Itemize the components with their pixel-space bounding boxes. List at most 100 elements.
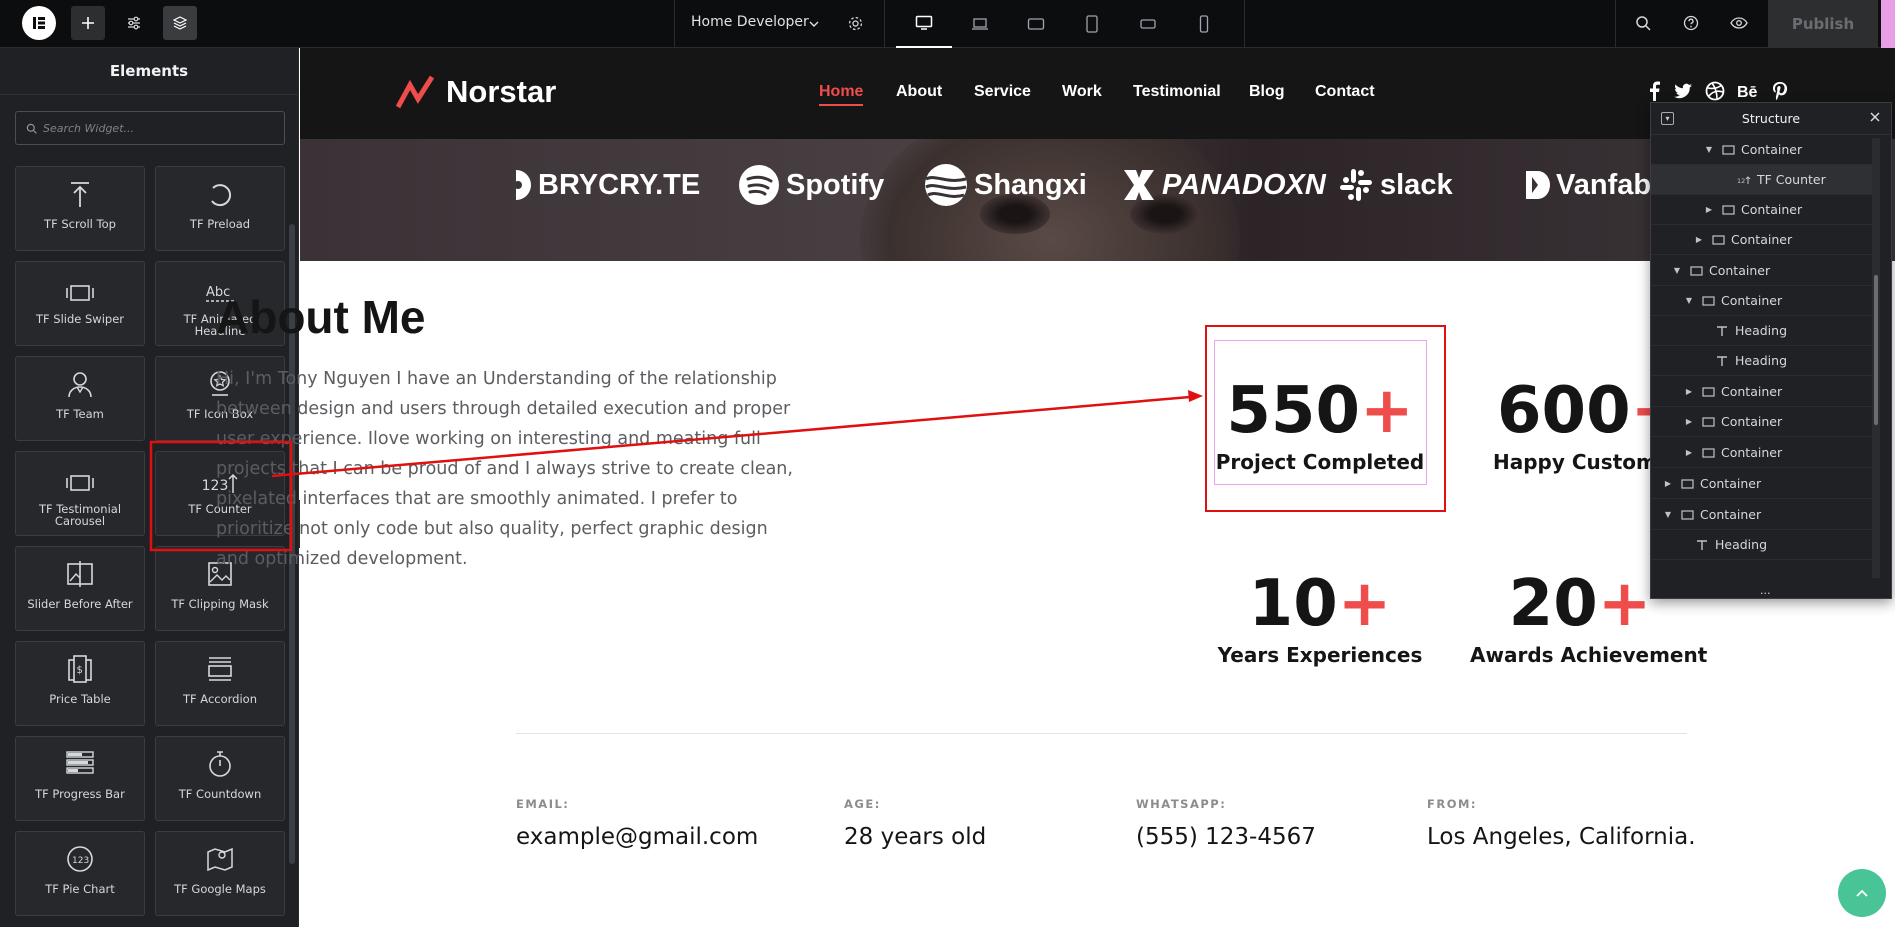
row-label: Container	[1721, 384, 1783, 399]
chevron-down-icon[interactable]	[808, 18, 820, 30]
widget-tf-pie-chart[interactable]: 123 TF Pie Chart	[15, 831, 145, 916]
pinterest-icon[interactable]	[1771, 81, 1789, 101]
expanded-caret-icon[interactable]: ▼	[1703, 145, 1715, 154]
counter-icon: 12	[1736, 175, 1752, 185]
widget-price-table[interactable]: $ Price Table	[15, 641, 145, 726]
collapsed-caret-icon[interactable]: ▶	[1662, 479, 1674, 488]
widget-tf-scroll-top[interactable]: TF Scroll Top	[15, 166, 145, 251]
site-logo[interactable]: Norstar	[396, 74, 556, 110]
page-settings-button[interactable]	[838, 6, 872, 40]
structure-header[interactable]: ▾ Structure	[1651, 103, 1891, 135]
structure-row-selected[interactable]: 12 TF Counter	[1651, 165, 1877, 195]
stat-number: 550	[1226, 374, 1360, 448]
add-element-button[interactable]	[71, 6, 105, 40]
help-icon	[1683, 15, 1699, 31]
collapsed-caret-icon[interactable]: ▶	[1683, 387, 1695, 396]
social-links: Bē	[1647, 81, 1789, 101]
widget-slider-before-after[interactable]: Slider Before After	[15, 546, 145, 631]
structure-more[interactable]: ...	[1760, 584, 1771, 597]
widget-tf-slide-swiper[interactable]: TF Slide Swiper	[15, 261, 145, 346]
info-from: FROM: Los Angeles, California.	[1427, 797, 1696, 850]
norstar-logo-icon	[396, 75, 435, 109]
layers-icon	[172, 16, 188, 30]
structure-toggle-button[interactable]	[163, 6, 197, 40]
stat-years-experiences[interactable]: 10+ Years Experiences	[1210, 569, 1430, 667]
widget-label: Price Table	[49, 692, 111, 706]
widget-tf-google-maps[interactable]: TF Google Maps	[155, 831, 285, 916]
section-divider	[516, 733, 1687, 734]
structure-row[interactable]: ▶ Container	[1651, 377, 1877, 407]
structure-row[interactable]: ▼ Container	[1651, 286, 1877, 316]
structure-row[interactable]: Heading	[1651, 346, 1877, 376]
structure-row[interactable]: ▶ Container	[1651, 438, 1877, 468]
finder-button[interactable]	[1626, 6, 1660, 40]
widget-tf-testimonial-carousel[interactable]: TF Testimonial Carousel	[15, 451, 145, 536]
widget-tf-progress-bar[interactable]: TF Progress Bar	[15, 736, 145, 821]
collapsed-caret-icon[interactable]: ▶	[1703, 205, 1715, 214]
brand-name: Shangxi	[974, 168, 1087, 201]
device-mobile-landscape-button[interactable]	[1120, 0, 1176, 48]
brand-panadoxn: PANADOXN	[1122, 161, 1326, 209]
accordion-icon	[208, 657, 232, 681]
behance-icon[interactable]: Bē	[1737, 81, 1759, 101]
widget-search-input[interactable]	[43, 121, 263, 135]
structure-row[interactable]: ▶ Container	[1651, 225, 1877, 255]
widget-tf-countdown[interactable]: TF Countdown	[155, 736, 285, 821]
logo-text: Norstar	[446, 74, 557, 109]
nav-contact[interactable]: Contact	[1315, 83, 1375, 101]
twitter-icon[interactable]	[1673, 81, 1693, 101]
nav-service[interactable]: Service	[974, 83, 1031, 101]
spotify-logo-icon	[739, 165, 779, 205]
scroll-top-fab[interactable]	[1838, 869, 1886, 917]
expanded-caret-icon[interactable]: ▼	[1683, 296, 1695, 305]
stat-projects-completed[interactable]: 550+ Project Completed	[1210, 376, 1430, 474]
nav-work[interactable]: Work	[1062, 83, 1102, 101]
collapse-all-icon[interactable]: ▾	[1661, 112, 1674, 125]
document-title[interactable]: Home Developer	[691, 14, 809, 30]
row-label: Container	[1709, 263, 1771, 278]
close-icon[interactable]	[1869, 111, 1881, 123]
publish-button[interactable]: Publish	[1768, 0, 1878, 48]
structure-scroll-thumb[interactable]	[1874, 275, 1878, 425]
info-age: AGE: 28 years old	[844, 797, 986, 850]
collapsed-caret-icon[interactable]: ▶	[1683, 417, 1695, 426]
stat-happy-customer[interactable]: 600+ Happy Customer	[1463, 376, 1653, 474]
structure-row[interactable]: ▼ Container	[1651, 500, 1877, 530]
help-button[interactable]	[1674, 6, 1708, 40]
widget-tf-accordion[interactable]: TF Accordion	[155, 641, 285, 726]
widget-tf-preload[interactable]: TF Preload	[155, 166, 285, 251]
nav-testimonial[interactable]: Testimonial	[1133, 83, 1221, 101]
google-maps-icon	[207, 847, 233, 872]
device-tablet-landscape-button[interactable]	[1008, 0, 1064, 48]
preview-button[interactable]	[1722, 6, 1756, 40]
structure-row[interactable]: ▶ Container	[1651, 195, 1877, 225]
collapsed-caret-icon[interactable]: ▶	[1693, 235, 1705, 244]
expanded-caret-icon[interactable]: ▼	[1671, 266, 1683, 275]
device-tablet-button[interactable]	[1064, 0, 1120, 48]
facebook-icon[interactable]	[1647, 81, 1661, 101]
device-laptop-button[interactable]	[952, 0, 1008, 48]
structure-row[interactable]: Heading	[1651, 530, 1877, 560]
widget-search-box[interactable]	[15, 111, 285, 145]
expanded-caret-icon[interactable]: ▼	[1662, 510, 1674, 519]
device-desktop-button[interactable]	[896, 0, 952, 48]
collapsed-caret-icon[interactable]: ▶	[1683, 448, 1695, 457]
structure-row[interactable]: ▼ Container	[1651, 135, 1877, 165]
structure-row[interactable]: ▶ Container	[1651, 407, 1877, 437]
site-settings-button[interactable]	[117, 6, 151, 40]
device-mobile-button[interactable]	[1176, 0, 1232, 48]
structure-row[interactable]: ▼ Container	[1651, 256, 1877, 286]
dribbble-icon[interactable]	[1705, 81, 1725, 101]
panel-title: Elements	[0, 48, 298, 95]
row-label: Container	[1741, 202, 1803, 217]
brand-name: slack	[1380, 168, 1453, 201]
widget-tf-team[interactable]: TF Team	[15, 356, 145, 441]
elementor-logo-button[interactable]	[22, 6, 56, 40]
nav-blog[interactable]: Blog	[1249, 83, 1285, 101]
publish-options-edge[interactable]	[1881, 0, 1895, 48]
structure-row[interactable]: ▶ Container	[1651, 469, 1877, 499]
structure-row[interactable]: Heading	[1651, 316, 1877, 346]
nav-about[interactable]: About	[896, 83, 942, 101]
structure-title: Structure	[1741, 111, 1801, 126]
nav-home[interactable]: Home	[819, 83, 864, 106]
